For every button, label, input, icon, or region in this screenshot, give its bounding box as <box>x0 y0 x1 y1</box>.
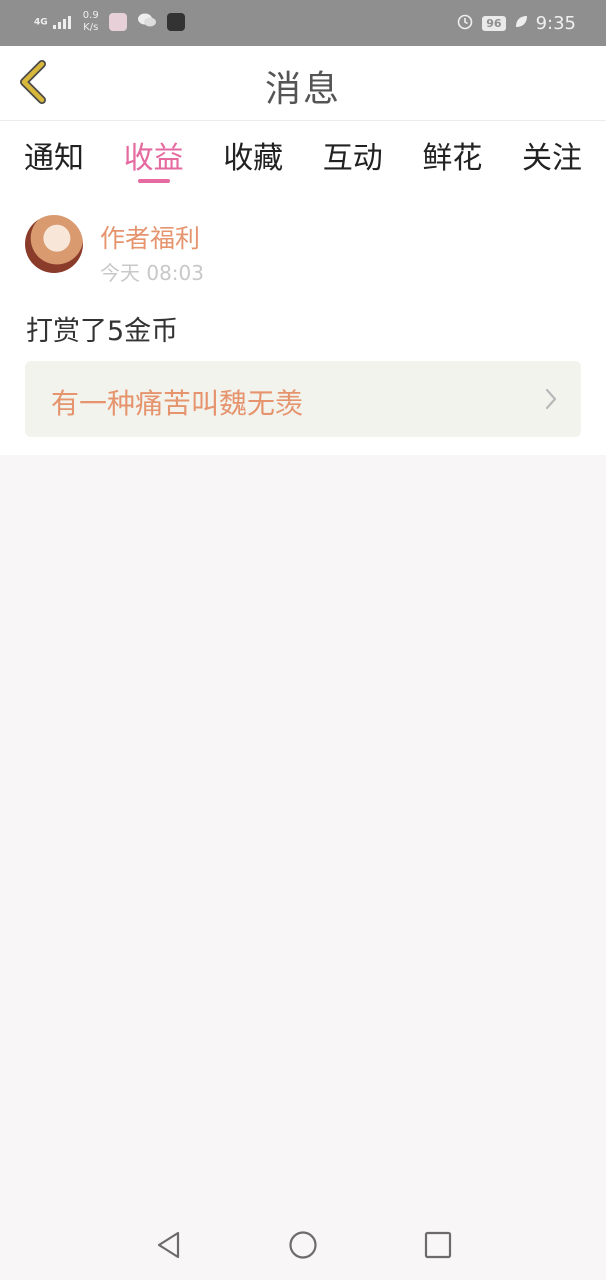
leaf-icon <box>514 13 528 34</box>
chevron-right-icon <box>545 388 557 410</box>
message-card: 作者福利 今天 08:03 打赏了5金币 有一种痛苦叫魏无羡 <box>0 185 606 455</box>
recents-square-icon[interactable] <box>423 1230 453 1260</box>
battery-level: 96 <box>482 16 506 31</box>
tab-earnings[interactable]: 收益 <box>124 121 184 185</box>
home-circle-icon[interactable] <box>288 1230 318 1260</box>
app-notification-icon-2 <box>166 13 185 31</box>
book-link[interactable]: 有一种痛苦叫魏无羡 <box>25 361 581 437</box>
message-time: 今天 08:03 <box>100 261 204 285</box>
app-header: 消息 <box>0 46 606 121</box>
tab-interactions[interactable]: 互动 <box>323 121 383 185</box>
sender-name[interactable]: 作者福利 <box>100 219 200 255</box>
tab-flowers[interactable]: 鲜花 <box>422 121 482 185</box>
alarm-icon <box>456 12 474 35</box>
tab-notifications[interactable]: 通知 <box>24 121 84 185</box>
book-title: 有一种痛苦叫魏无羡 <box>51 387 304 420</box>
signal-icon: 4G <box>34 15 73 29</box>
tab-bar: 通知 收益 收藏 互动 鲜花 关注 <box>0 121 606 185</box>
tab-following[interactable]: 关注 <box>522 121 582 185</box>
message-content: 打赏了5金币 <box>26 316 179 347</box>
network-type: 4G <box>34 17 48 28</box>
wechat-icon <box>137 12 157 32</box>
avatar[interactable] <box>25 215 83 273</box>
status-bar: 4G 0.9 K/s 96 9:35 <box>0 0 606 46</box>
clock-time: 9:35 <box>535 13 576 34</box>
back-triangle-icon[interactable] <box>154 1230 184 1260</box>
page-title: 消息 <box>264 69 341 110</box>
system-nav-bar <box>0 1212 606 1280</box>
network-speed: 0.9 K/s <box>82 10 99 33</box>
tab-favorites[interactable]: 收藏 <box>223 121 283 185</box>
app-notification-icon <box>108 13 127 31</box>
